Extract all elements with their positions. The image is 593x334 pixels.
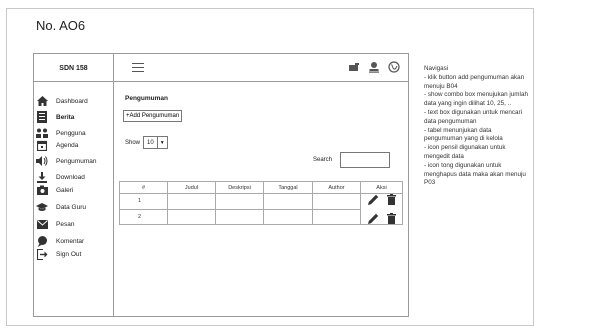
sidebar-item-label: Pengguna: [56, 129, 86, 137]
sidebar-item-label: Berita: [56, 113, 75, 121]
sidebar-item-pengumuman[interactable]: Pengumuman: [34, 154, 96, 168]
sidebar-item-label: Data Guru: [56, 203, 86, 211]
camera-icon: [36, 184, 48, 196]
cell-author: [312, 193, 361, 210]
cell-author: [312, 208, 361, 225]
calendar-icon: [36, 139, 48, 151]
top-bar: SDN 158: [34, 54, 408, 82]
column-header: #: [119, 181, 168, 194]
pencil-icon[interactable]: [367, 213, 379, 224]
column-header: Author: [312, 181, 361, 194]
show-combo-value: 10: [147, 139, 154, 146]
note-line: - icon pensil digunakan untuk mengedit d…: [424, 144, 506, 160]
show-entries: Show 10 ▼: [125, 136, 168, 149]
top-icons: [348, 61, 400, 73]
main-content: Pengumuman +Add Pengumuman Show 10 ▼ Sea…: [114, 82, 408, 316]
sidebar-item-label: Komentar: [56, 237, 85, 245]
sidebar-item-label: Sign Out: [56, 250, 82, 258]
mail-icon[interactable]: [348, 62, 360, 72]
show-combo-box[interactable]: 10 ▼: [143, 136, 168, 149]
table-row: 2: [119, 208, 403, 225]
speaker-icon: [36, 155, 48, 167]
column-header: Aksi: [360, 181, 403, 194]
comment-icon: [36, 235, 48, 247]
cell-judul: [167, 208, 216, 225]
column-header: Tanggal: [263, 181, 313, 194]
sidebar-item-label: Galeri: [56, 186, 74, 194]
sidebar-item-label: Pesan: [56, 220, 75, 228]
aksi-row-2: [361, 213, 402, 224]
pencil-icon[interactable]: [367, 194, 379, 205]
note-line: - tabel menunjukan data pengumuman yang …: [424, 126, 503, 143]
note-line: - klik button add pengumuman akan menuju…: [424, 73, 525, 90]
cell-no: 1: [119, 193, 168, 210]
sidebar-item-galeri[interactable]: Galeri: [34, 183, 73, 197]
search-label: Search: [313, 157, 333, 163]
pengumuman-table: # Judul Deskripsi Tanggal Author Aksi 1: [119, 181, 403, 225]
cell-judul: [167, 193, 216, 210]
page-title: Pengumuman: [125, 95, 168, 102]
globe-icon[interactable]: [388, 61, 400, 73]
search-input[interactable]: [340, 152, 390, 168]
mail-icon: [36, 218, 48, 230]
note-line: - text box digunakan untuk mencari data …: [424, 108, 523, 125]
sidebar-item-agenda[interactable]: Agenda: [34, 138, 78, 152]
download-icon: [36, 171, 48, 183]
trash-icon[interactable]: [386, 194, 396, 205]
table-row: 1: [119, 193, 403, 225]
note-line: - show combo box menujukan jumlah data y…: [424, 91, 528, 108]
aksi-row-1: [361, 194, 402, 205]
sidebar: Dashboard Berita Pengguna Agenda Pengumu…: [34, 82, 114, 316]
user-icon[interactable]: [368, 61, 380, 73]
note-line: - icon tong digunakan untuk menghapus da…: [424, 161, 526, 187]
home-icon: [36, 95, 48, 107]
note-line: Navigasi: [424, 65, 449, 72]
sidebar-item-dashboard[interactable]: Dashboard: [34, 94, 88, 108]
sidebar-item-label: Agenda: [56, 141, 79, 149]
app-window: SDN 158 Dashboard Berita Pengguna Agenda…: [33, 53, 409, 317]
cell-no: 2: [119, 208, 168, 225]
brand-name: SDN 158: [34, 54, 114, 82]
cell-aksi: [360, 193, 403, 225]
annotation-notes: Navigasi - klik button add pengumuman ak…: [424, 65, 528, 188]
sign-out-icon: [36, 248, 48, 260]
sidebar-item-label: Download: [56, 173, 85, 181]
show-label: Show: [125, 139, 141, 146]
sidebar-item-label: Dashboard: [56, 97, 88, 105]
sidebar-item-sign-out[interactable]: Sign Out: [34, 247, 81, 261]
sidebar-item-data-guru[interactable]: Data Guru: [34, 200, 86, 214]
sidebar-item-pesan[interactable]: Pesan: [34, 217, 74, 231]
add-pengumuman-button[interactable]: +Add Pengumuman: [123, 110, 183, 122]
cell-tanggal: [263, 193, 313, 210]
cell-tanggal: [263, 208, 313, 225]
hamburger-menu-icon[interactable]: [132, 63, 144, 73]
chevron-down-icon[interactable]: ▼: [156, 137, 167, 148]
trash-icon[interactable]: [386, 213, 396, 224]
column-header: Judul: [167, 181, 216, 194]
graduation-cap-icon: [36, 201, 48, 213]
sidebar-item-berita[interactable]: Berita: [34, 110, 74, 124]
sidebar-item-download[interactable]: Download: [34, 170, 85, 184]
sidebar-item-label: Pengumuman: [56, 157, 97, 165]
sidebar-item-komentar[interactable]: Komentar: [34, 234, 84, 248]
column-header: Deskripsi: [215, 181, 264, 194]
news-icon: [36, 111, 48, 123]
cell-deskripsi: [215, 193, 264, 210]
document-id: No. AO6: [36, 18, 86, 33]
cell-deskripsi: [215, 208, 264, 225]
